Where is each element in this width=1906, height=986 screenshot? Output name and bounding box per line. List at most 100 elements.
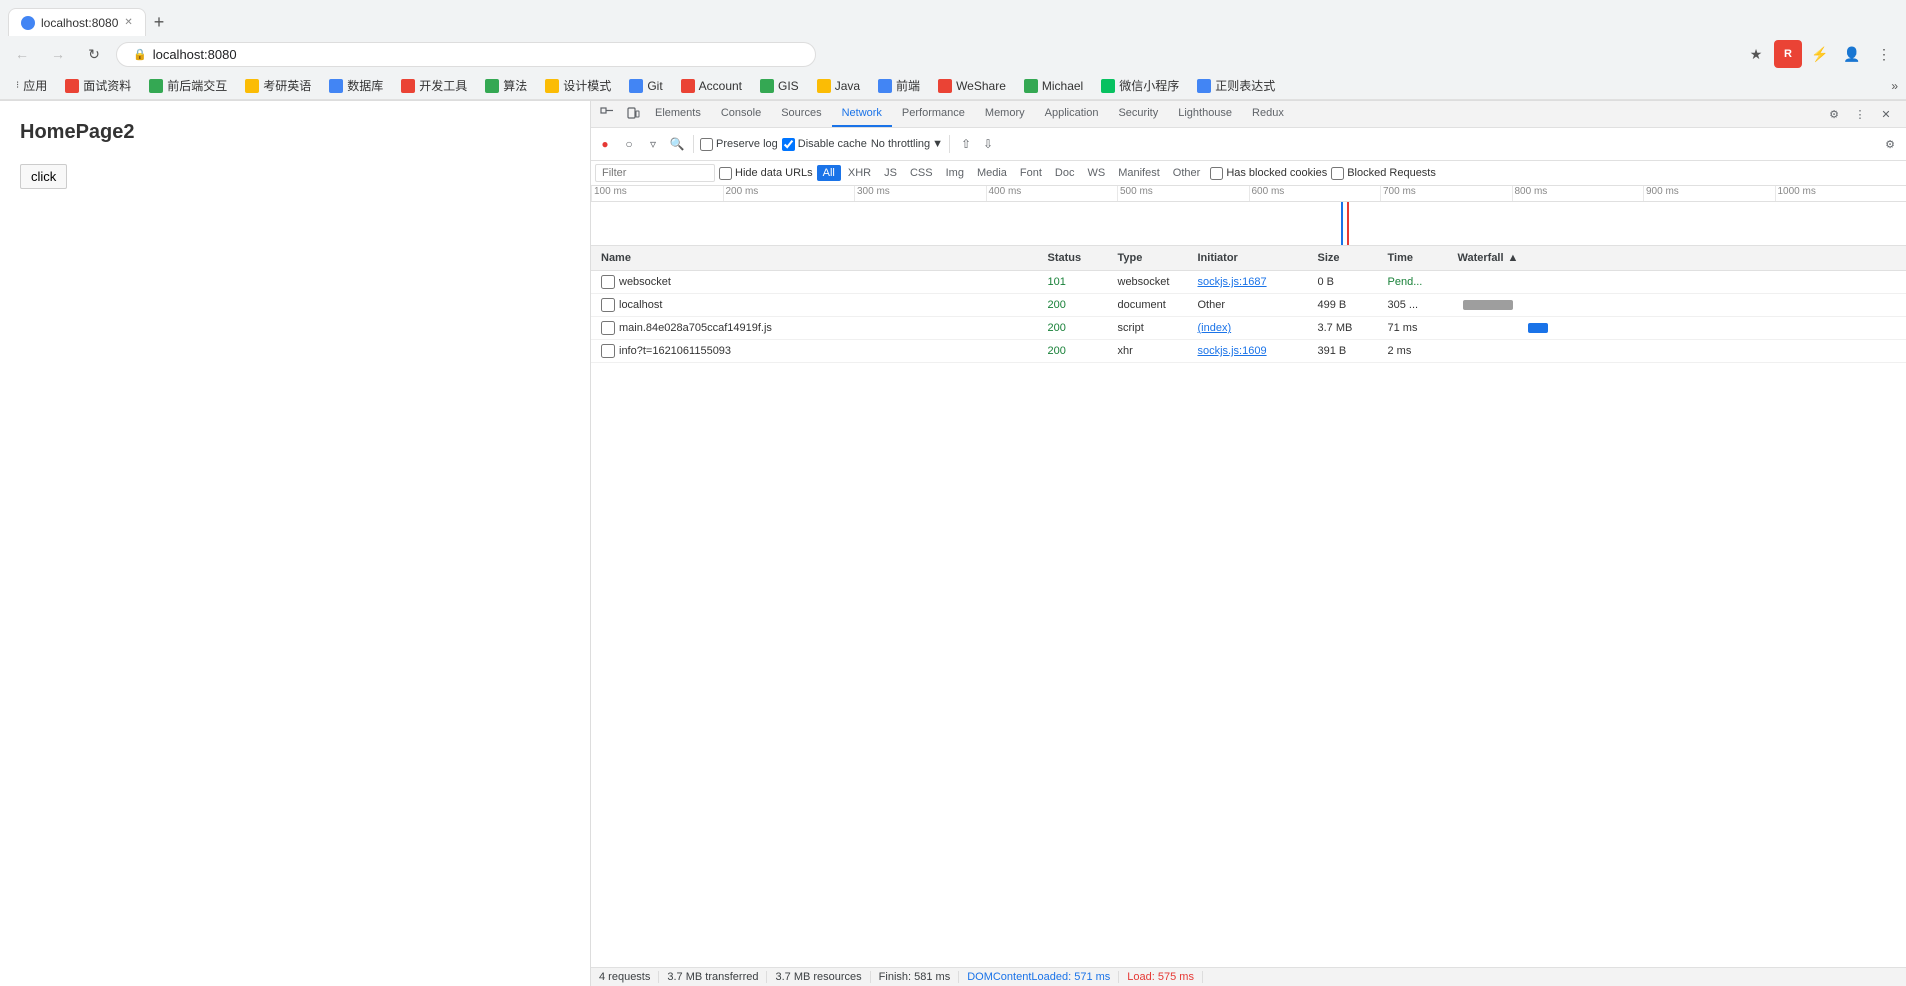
bookmark-favicon	[817, 79, 831, 93]
search-button[interactable]: 🔍	[667, 134, 687, 154]
has-blocked-cookies-input[interactable]	[1210, 167, 1223, 180]
tab-performance[interactable]: Performance	[892, 101, 975, 127]
devtools-settings-icon[interactable]: ⚙	[1822, 102, 1846, 126]
table-row[interactable]: websocket 101 websocket sockjs.js:1687 0…	[591, 271, 1906, 294]
reload-button[interactable]: ↻	[80, 40, 108, 68]
bookmark-favicon	[1197, 79, 1211, 93]
bookmark-regex[interactable]: 正则表达式	[1189, 75, 1283, 96]
bookmark-git[interactable]: Git	[621, 77, 670, 95]
row-status-mainjs: 200	[1044, 320, 1114, 336]
bookmark-favicon	[401, 79, 415, 93]
table-row[interactable]: localhost 200 document Other 499 B 305 .…	[591, 294, 1906, 317]
table-row[interactable]: info?t=1621061155093 200 xhr sockjs.js:1…	[591, 340, 1906, 363]
forward-button[interactable]: →	[44, 40, 72, 68]
devtools-more-icon[interactable]: ⋮	[1848, 102, 1872, 126]
inspect-element-icon[interactable]	[595, 102, 619, 126]
bookmark-mianshi[interactable]: 面试资料	[57, 75, 139, 96]
tab-memory[interactable]: Memory	[975, 101, 1035, 127]
filter-tab-all[interactable]: All	[817, 165, 841, 181]
tab-application[interactable]: Application	[1035, 101, 1109, 127]
disable-cache-checkbox[interactable]: Disable cache	[782, 138, 867, 151]
filter-tab-other[interactable]: Other	[1167, 165, 1207, 181]
tab-sources[interactable]: Sources	[771, 101, 831, 127]
bookmark-star-icon[interactable]: ★	[1742, 40, 1770, 68]
row-size-info: 391 B	[1314, 343, 1384, 359]
hide-data-urls-input[interactable]	[719, 167, 732, 180]
row-checkbox[interactable]	[601, 298, 615, 312]
has-blocked-cookies-checkbox[interactable]: Has blocked cookies	[1210, 167, 1327, 180]
filter-toggle-button[interactable]: ▿	[643, 134, 663, 154]
disable-cache-input[interactable]	[782, 138, 795, 151]
blocked-requests-checkbox[interactable]: Blocked Requests	[1331, 167, 1436, 180]
tab-elements[interactable]: Elements	[645, 101, 711, 127]
filter-tab-xhr[interactable]: XHR	[842, 165, 877, 181]
waterfall-bar-grey	[1463, 300, 1513, 310]
row-checkbox[interactable]	[601, 321, 615, 335]
back-button[interactable]: ←	[8, 40, 36, 68]
bookmark-shujuku[interactable]: 数据库	[321, 75, 391, 96]
filter-tab-doc[interactable]: Doc	[1049, 165, 1081, 181]
filter-tab-font[interactable]: Font	[1014, 165, 1048, 181]
tab-redux[interactable]: Redux	[1242, 101, 1294, 127]
bookmark-wechat[interactable]: 微信小程序	[1093, 75, 1187, 96]
bookmark-weshare[interactable]: WeShare	[930, 77, 1014, 95]
table-row[interactable]: main.84e028a705ccaf14919f.js 200 script …	[591, 317, 1906, 340]
browser-tab[interactable]: localhost:8080 ✕	[8, 8, 146, 36]
tick-900ms: 900 ms	[1643, 186, 1775, 201]
tab-lighthouse[interactable]: Lighthouse	[1168, 101, 1242, 127]
filter-tab-img[interactable]: Img	[940, 165, 970, 181]
hide-data-urls-checkbox[interactable]: Hide data URLs	[719, 167, 813, 180]
click-button[interactable]: click	[20, 164, 67, 189]
column-header-waterfall: Waterfall ▲	[1454, 250, 1901, 266]
bookmark-suanfa[interactable]: 算法	[477, 75, 535, 96]
new-tab-button[interactable]: +	[154, 12, 165, 33]
filter-input[interactable]	[595, 164, 715, 182]
filter-tab-css[interactable]: CSS	[904, 165, 939, 181]
row-checkbox[interactable]	[601, 344, 615, 358]
clear-button[interactable]: ○	[619, 134, 639, 154]
extensions-icon[interactable]: ⚡	[1806, 40, 1834, 68]
bookmark-favicon	[545, 79, 559, 93]
bookmark-sheji[interactable]: 设计模式	[537, 75, 619, 96]
status-load: Load: 575 ms	[1119, 971, 1203, 983]
row-waterfall-mainjs	[1454, 321, 1901, 335]
record-button[interactable]: ●	[595, 134, 615, 154]
menu-icon[interactable]: ⋮	[1870, 40, 1898, 68]
status-resources: 3.7 MB resources	[767, 971, 870, 983]
filter-tab-manifest[interactable]: Manifest	[1112, 165, 1166, 181]
upload-icon[interactable]: ⇧	[956, 134, 976, 154]
preserve-log-input[interactable]	[700, 138, 713, 151]
bookmark-gis[interactable]: GIS	[752, 77, 807, 95]
bookmark-apps[interactable]: ⁝ 应用	[8, 75, 55, 96]
bookmark-qianhouduan[interactable]: 前后端交互	[141, 75, 235, 96]
filter-tab-ws[interactable]: WS	[1081, 165, 1111, 181]
download-icon[interactable]: ⇩	[978, 134, 998, 154]
tab-network[interactable]: Network	[832, 101, 892, 127]
tick-100ms: 100 ms	[591, 186, 723, 201]
profile-icon[interactable]: 👤	[1838, 40, 1866, 68]
tick-500ms: 500 ms	[1117, 186, 1249, 201]
url-box[interactable]: 🔒 localhost:8080	[116, 42, 816, 67]
bookmark-qianduan[interactable]: 前端	[870, 75, 928, 96]
preserve-log-checkbox[interactable]: Preserve log	[700, 138, 778, 151]
bookmark-label: Git	[647, 79, 662, 93]
bookmark-java[interactable]: Java	[809, 77, 868, 95]
extension-icon-red[interactable]: R	[1774, 40, 1802, 68]
bookmarks-more-icon[interactable]: »	[1891, 79, 1898, 93]
throttle-select[interactable]: No throttling ▼	[871, 138, 943, 150]
devtools-close-icon[interactable]: ✕	[1874, 102, 1898, 126]
tab-close-button[interactable]: ✕	[124, 17, 132, 28]
filter-tab-js[interactable]: JS	[878, 165, 903, 181]
blocked-requests-input[interactable]	[1331, 167, 1344, 180]
row-checkbox[interactable]	[601, 275, 615, 289]
bookmark-kaoyan[interactable]: 考研英语	[237, 75, 319, 96]
filter-tab-media[interactable]: Media	[971, 165, 1013, 181]
tab-security[interactable]: Security	[1108, 101, 1168, 127]
bookmark-account[interactable]: Account	[673, 77, 750, 95]
column-header-size: Size	[1314, 250, 1384, 266]
bookmark-michael[interactable]: Michael	[1016, 77, 1091, 95]
device-toolbar-icon[interactable]	[621, 102, 645, 126]
settings-icon-right[interactable]: ⚙	[1878, 132, 1902, 156]
tab-console[interactable]: Console	[711, 101, 771, 127]
bookmark-kaifagongju[interactable]: 开发工具	[393, 75, 475, 96]
